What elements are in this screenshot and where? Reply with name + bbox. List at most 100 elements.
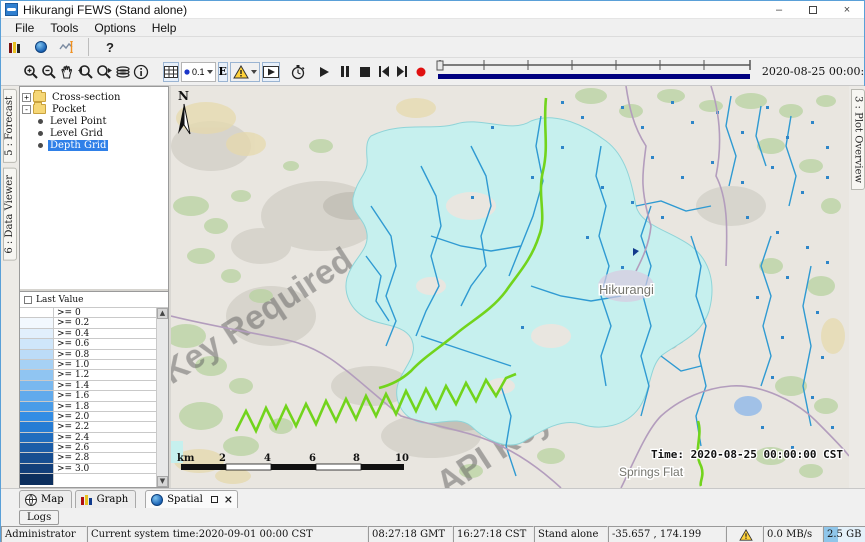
layer-tree: + Cross-section - Pocket Level Point Lev… (20, 87, 168, 291)
warning-icon (739, 529, 753, 541)
city-label: Hikurangi (599, 282, 654, 297)
time-slider[interactable] (436, 57, 754, 86)
database-bars-icon[interactable] (5, 37, 25, 57)
grid-display-button[interactable] (163, 62, 179, 82)
status-coordinates: -35.657 , 174.199 (608, 526, 726, 542)
legend-row[interactable]: >= 1.0 (20, 360, 156, 370)
current-time-display: 2020-08-25 00:00:00 CST (762, 65, 865, 78)
legend-row[interactable]: >= 0.6 (20, 339, 156, 349)
time-slider-handle[interactable] (437, 61, 443, 70)
legend-color-swatch (20, 474, 54, 484)
chevron-down-icon (207, 70, 213, 74)
legend-row[interactable]: >= 2.2 (20, 422, 156, 432)
legend-row[interactable]: >= 3.0 (20, 464, 156, 474)
menu-help[interactable]: Help (144, 19, 185, 36)
pan-hand-icon[interactable] (59, 62, 75, 82)
help-icon[interactable]: ? (100, 37, 120, 57)
legend-row[interactable]: >= 1.6 (20, 391, 156, 401)
maximize-button[interactable] (796, 1, 830, 18)
legend-row[interactable]: >= 0 (20, 308, 156, 318)
legend-row[interactable]: >= 1.8 (20, 402, 156, 412)
tree-node-cross-section[interactable]: + Cross-section (22, 91, 166, 103)
expander-icon[interactable]: - (22, 105, 31, 114)
zoom-next-icon[interactable] (96, 62, 113, 82)
legend-row[interactable]: >= 2.0 (20, 412, 156, 422)
tab-map[interactable]: Map (19, 490, 72, 508)
logs-button[interactable]: Logs (19, 510, 59, 525)
minimize-button[interactable]: – (762, 1, 796, 18)
expander-icon[interactable]: + (22, 93, 31, 102)
app-icon (5, 3, 18, 16)
tree-node-pocket[interactable]: - Pocket (22, 103, 166, 115)
menu-options[interactable]: Options (86, 19, 143, 36)
vertical-scale-button[interactable]: E (218, 62, 228, 82)
step-back-button[interactable] (378, 62, 390, 82)
legend-color-swatch (20, 443, 54, 452)
layers-icon[interactable] (115, 62, 131, 82)
legend-color-swatch (20, 318, 54, 327)
tree-node-label: Level Grid (48, 128, 105, 139)
play-button[interactable] (318, 62, 330, 82)
menu-tools[interactable]: Tools (42, 19, 86, 36)
map-time-label: Time: 2020-08-25 00:00:00 CST (651, 448, 843, 461)
legend-row[interactable]: >= 2.4 (20, 433, 156, 443)
record-button[interactable] (416, 62, 426, 82)
menu-file[interactable]: File (7, 19, 42, 36)
tab-map-label: Map (41, 494, 64, 505)
tab-plot-overview[interactable]: 3 : Plot Overview (851, 89, 865, 190)
zoom-in-icon[interactable] (23, 62, 39, 82)
legend-color-swatch (20, 339, 54, 348)
tab-forecast[interactable]: 5 : Forecast (3, 89, 17, 163)
folder-icon (33, 92, 46, 102)
legend-row[interactable]: >= 2.6 (20, 443, 156, 453)
legend-row[interactable]: >= 0.4 (20, 329, 156, 339)
close-button[interactable]: × (830, 1, 864, 18)
contour-interval-dropdown[interactable]: 0.1 (181, 62, 216, 82)
scroll-up-icon[interactable]: ▲ (157, 308, 168, 319)
animation-play-button[interactable] (262, 62, 280, 82)
legend-row-label: >= 2.8 (54, 453, 89, 462)
timeseries-chart-icon[interactable] (57, 37, 77, 57)
pause-button[interactable] (340, 62, 350, 82)
last-value-checkbox[interactable] (24, 296, 32, 304)
tab-maximize-icon[interactable] (211, 496, 218, 503)
legend-row[interactable]: >= 2.8 (20, 453, 156, 463)
legend-row[interactable]: >= 0.8 (20, 350, 156, 360)
stop-button[interactable] (360, 62, 370, 82)
map-view[interactable]: API Key Required API Key Required (171, 86, 849, 488)
legend-row[interactable]: >= 1.2 (20, 370, 156, 380)
status-system-time: Current system time:2020-09-01 00:00 CST (87, 526, 368, 542)
scale-unit-label: km (177, 453, 195, 464)
tab-spatial[interactable]: Spatial × (145, 490, 238, 508)
tab-data-viewer[interactable]: 6 : Data Viewer (3, 168, 17, 261)
status-local-time: 16:27:18 CST (453, 526, 534, 542)
tree-node-label: Pocket (50, 104, 88, 115)
info-icon[interactable] (133, 62, 149, 82)
scroll-down-icon[interactable]: ▼ (157, 476, 168, 487)
legend-color-swatch (20, 370, 54, 379)
legend-row[interactable]: >= 1.4 (20, 381, 156, 391)
status-gmt-time: 08:27:18 GMT (368, 526, 453, 542)
warning-dropdown[interactable] (230, 62, 260, 82)
legend-scrollbar[interactable]: ▲ ▼ (156, 308, 168, 487)
legend-row-label: >= 1.8 (54, 402, 89, 411)
tab-graph[interactable]: Graph (75, 490, 137, 508)
zoom-out-icon[interactable] (41, 62, 57, 82)
maximize-icon (809, 6, 817, 14)
timer-clock-icon[interactable] (290, 62, 306, 82)
legend-row-label: >= 3.0 (54, 464, 89, 473)
legend-row-label: >= 2.2 (54, 422, 89, 431)
step-forward-button[interactable] (396, 62, 408, 82)
map-globe-icon[interactable] (31, 37, 51, 57)
scale-tick-label: 4 (264, 453, 271, 464)
tree-node-label: Cross-section (50, 92, 122, 103)
zoom-previous-icon[interactable] (77, 62, 94, 82)
status-warning-cell[interactable] (726, 526, 763, 542)
legend-row[interactable]: >= 0.2 (20, 318, 156, 328)
tree-node-level-grid[interactable]: Level Grid (22, 127, 166, 139)
tree-node-depth-grid[interactable]: Depth Grid (22, 139, 166, 151)
scale-tick-label: 2 (219, 453, 226, 464)
tree-node-level-point[interactable]: Level Point (22, 115, 166, 127)
overview-progress-bar (438, 74, 750, 79)
tab-close-icon[interactable]: × (224, 493, 233, 506)
